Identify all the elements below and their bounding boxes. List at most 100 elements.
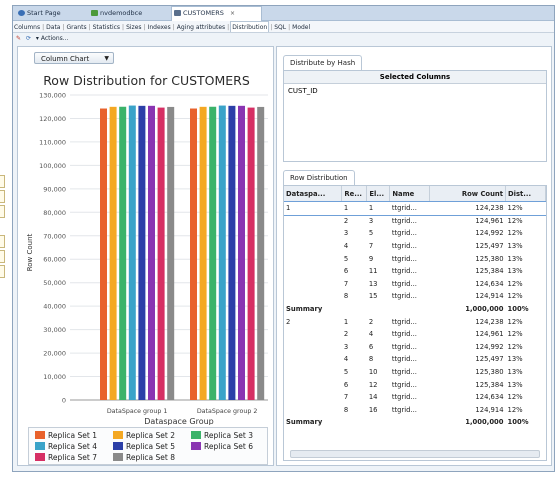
horizontal-scrollbar[interactable] [290, 450, 540, 458]
side-marker [0, 190, 5, 203]
bar [109, 106, 117, 400]
empty-cell [342, 416, 367, 429]
distribution-cell: 12% [507, 330, 523, 339]
dataspace-cell [284, 252, 342, 265]
side-marker [0, 250, 5, 263]
distribution-cell: 13% [507, 242, 523, 251]
replica-cell: 7 [343, 393, 349, 402]
table-row[interactable]: 1 1 1 ttgrid... 124,238 12% [284, 200, 546, 216]
summary-label: Summary [286, 418, 323, 427]
distribution-cell: 12% [507, 317, 523, 326]
table-row[interactable]: 8 15 ttgrid... 124,914 12% [284, 290, 546, 303]
summary-row[interactable]: Summary 1,000,000 100% [284, 416, 546, 429]
column-header[interactable]: Dist... [505, 186, 546, 202]
table-row[interactable]: 2 3 ttgrid... 124,961 12% [284, 215, 546, 228]
subtab-sizes[interactable]: Sizes [125, 22, 142, 33]
subtab-indexes[interactable]: Indexes [147, 22, 172, 33]
refresh-icon[interactable]: ⟳ [26, 35, 31, 42]
tab-row-distribution[interactable]: Row Distribution [283, 170, 355, 186]
legend-item[interactable]: Replica Set 4 [35, 442, 97, 451]
row-distribution-table-wrap: Dataspa... Re... El... Name Row Count Dist...… [283, 185, 547, 461]
name-cell: ttgrid... [391, 380, 417, 389]
y-axis-label: Row Count [26, 233, 34, 271]
column-header[interactable]: Re... [341, 186, 368, 202]
legend-label: Replica Set 7 [48, 453, 97, 462]
dataspace-cell [284, 353, 342, 366]
table-row[interactable]: 2 1 2 ttgrid... 124,238 12% [284, 315, 546, 328]
tab-customers[interactable]: CUSTOMERS × [171, 6, 262, 21]
table-row[interactable]: 8 16 ttgrid... 124,914 12% [284, 404, 546, 417]
element-cell: 7 [368, 242, 374, 251]
legend-item[interactable]: Replica Set 3 [191, 431, 253, 440]
y-tick-label: 110,000 [39, 138, 66, 146]
subtab-distribution[interactable]: Distribution [230, 21, 270, 32]
actions-menu[interactable]: ▾ Actions... [36, 35, 69, 42]
table-row[interactable]: 7 13 ttgrid... 124,634 12% [284, 278, 546, 291]
table-row[interactable]: 4 7 ttgrid... 125,497 13% [284, 240, 546, 253]
table-row[interactable]: 7 14 ttgrid... 124,634 12% [284, 391, 546, 404]
dataspace-cell [284, 227, 342, 240]
x-axis-label: Dataspace Group [144, 417, 213, 425]
chart-type-select[interactable]: Column Chart ▼ [34, 52, 114, 64]
subtab-model[interactable]: Model [291, 22, 311, 33]
table-row[interactable]: 3 5 ttgrid... 124,992 12% [284, 227, 546, 240]
dataspace-cell [284, 378, 342, 391]
replica-cell: 3 [343, 342, 349, 351]
row-count-cell: 125,380 [475, 368, 504, 377]
legend-label: Replica Set 2 [126, 431, 175, 440]
document-tab-bar: Start Page nvdemodbce CUSTOMERS × [13, 6, 554, 21]
distribution-panel: Distribute by Hash Selected Columns CUST… [276, 46, 552, 466]
replica-cell: 4 [343, 355, 349, 364]
y-tick-label: 50,000 [43, 279, 66, 287]
table-row[interactable]: 6 12 ttgrid... 125,384 13% [284, 378, 546, 391]
table-row[interactable]: 5 10 ttgrid... 125,380 13% [284, 366, 546, 379]
y-tick-label: 130,000 [39, 92, 66, 100]
row-count-cell: 124,961 [475, 216, 504, 225]
dataspace-cell [284, 391, 342, 404]
subtab-columns[interactable]: Columns [13, 22, 41, 33]
legend-item[interactable]: Replica Set 1 [35, 431, 97, 440]
table-row[interactable]: 4 8 ttgrid... 125,497 13% [284, 353, 546, 366]
legend-item[interactable]: Replica Set 8 [113, 453, 175, 462]
column-header[interactable]: Name [389, 186, 431, 202]
legend-item[interactable]: Replica Set 5 [113, 442, 175, 451]
element-cell: 3 [368, 216, 374, 225]
summary-count: 1,000,000 [465, 305, 504, 314]
table-row[interactable]: 5 9 ttgrid... 125,380 13% [284, 252, 546, 265]
bar [148, 105, 155, 401]
empty-cell [390, 303, 430, 316]
subtab-data[interactable]: Data [45, 22, 61, 33]
selected-column-item[interactable]: CUST_ID [284, 84, 546, 98]
subtab-aging-attributes[interactable]: Aging attributes [176, 22, 226, 33]
legend-item[interactable]: Replica Set 6 [191, 442, 253, 451]
legend-swatch [113, 453, 123, 461]
summary-row[interactable]: Summary 1,000,000 100% [284, 303, 546, 316]
object-subtabs: Columns | Data | Grants | Statistics | Sizes | Ind… [13, 21, 554, 33]
replica-cell: 2 [343, 330, 349, 339]
dataspace-cell [284, 404, 342, 417]
subtab-grants[interactable]: Grants [66, 22, 88, 33]
legend-item[interactable]: Replica Set 7 [35, 453, 97, 462]
table-row[interactable]: 6 11 ttgrid... 125,384 13% [284, 265, 546, 278]
table-row[interactable]: 3 6 ttgrid... 124,992 12% [284, 341, 546, 354]
element-cell: 1 [366, 201, 390, 215]
table-row[interactable]: 2 4 ttgrid... 124,961 12% [284, 328, 546, 341]
column-header[interactable]: El... [366, 186, 391, 202]
pin-icon[interactable]: ✎ [16, 35, 21, 42]
name-cell: ttgrid... [391, 317, 417, 326]
subtab-sql[interactable]: SQL [273, 22, 287, 33]
chart-panel: Column Chart ▼ Row Distribution for CUST… [17, 46, 274, 466]
tab-start-page[interactable]: Start Page [16, 7, 61, 19]
dataspace-cell: 1 [284, 201, 342, 215]
column-header[interactable]: Row Count [429, 186, 507, 202]
tab-nvdemodbce[interactable]: nvdemodbce [89, 7, 142, 19]
element-cell: 10 [368, 368, 378, 377]
editor-window: Start Page nvdemodbce CUSTOMERS × Column… [12, 5, 555, 472]
legend-label: Replica Set 4 [48, 442, 97, 451]
subtab-statistics[interactable]: Statistics [92, 22, 121, 33]
column-header[interactable]: Dataspa... [284, 186, 343, 202]
row-count-cell: 124,634 [475, 393, 504, 402]
close-tab-icon[interactable]: × [230, 10, 235, 17]
legend-item[interactable]: Replica Set 2 [113, 431, 175, 440]
tab-distribute-by-hash[interactable]: Distribute by Hash [283, 55, 363, 71]
